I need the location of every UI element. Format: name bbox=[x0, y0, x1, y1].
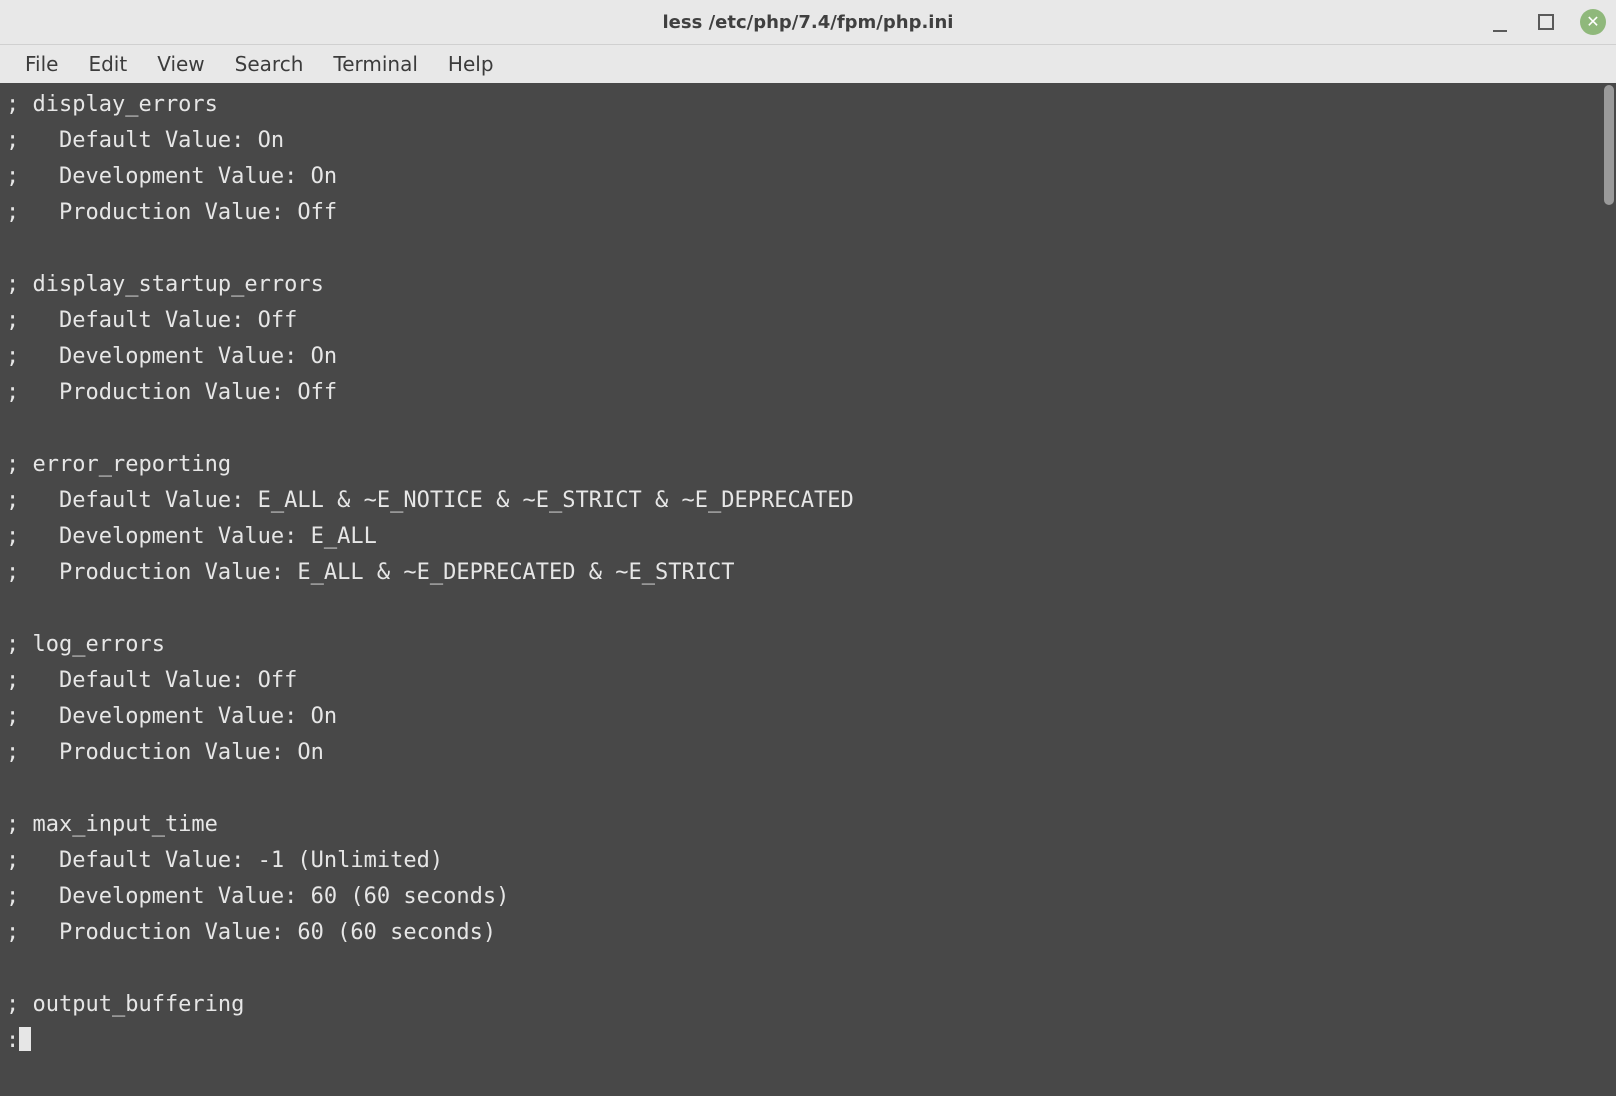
close-button[interactable]: ✕ bbox=[1580, 9, 1606, 35]
scrollbar-thumb[interactable] bbox=[1604, 85, 1614, 205]
menu-search[interactable]: Search bbox=[220, 46, 319, 82]
cursor bbox=[19, 1027, 31, 1051]
minimize-button[interactable] bbox=[1488, 8, 1512, 36]
window-controls: ✕ bbox=[1488, 0, 1606, 44]
menu-edit[interactable]: Edit bbox=[73, 46, 142, 82]
menu-view[interactable]: View bbox=[142, 46, 219, 82]
terminal-output[interactable]: ; display_errors ; Default Value: On ; D… bbox=[0, 83, 1602, 1096]
menubar: File Edit View Search Terminal Help bbox=[0, 45, 1616, 83]
menu-help[interactable]: Help bbox=[433, 46, 509, 82]
terminal-window: less /etc/php/7.4/fpm/php.ini ✕ File Edi… bbox=[0, 0, 1616, 1096]
maximize-button[interactable] bbox=[1534, 10, 1558, 34]
scrollbar[interactable] bbox=[1602, 83, 1616, 1096]
terminal-area: ; display_errors ; Default Value: On ; D… bbox=[0, 83, 1616, 1096]
menu-file[interactable]: File bbox=[10, 46, 73, 82]
less-prompt: : bbox=[6, 1028, 19, 1053]
titlebar: less /etc/php/7.4/fpm/php.ini ✕ bbox=[0, 0, 1616, 45]
menu-terminal[interactable]: Terminal bbox=[318, 46, 433, 82]
window-title: less /etc/php/7.4/fpm/php.ini bbox=[0, 12, 1616, 33]
